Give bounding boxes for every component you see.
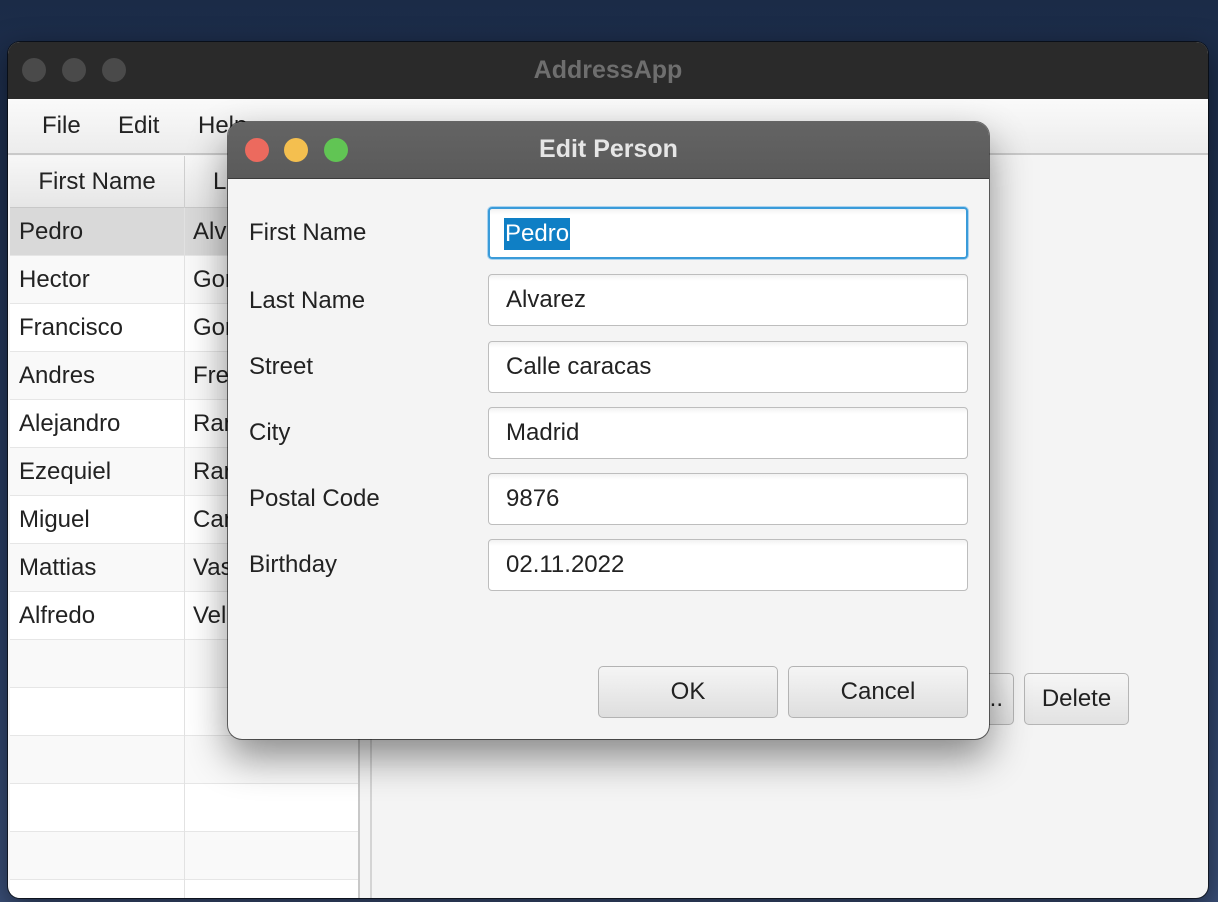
- first-name-cell: Mattias: [19, 554, 97, 581]
- dialog-titlebar: Edit Person: [228, 122, 989, 179]
- last-name-label: Last Name: [249, 287, 366, 314]
- birthday-field[interactable]: [488, 539, 968, 591]
- first-name-cell: Alejandro: [19, 410, 121, 437]
- postal-code-label: Postal Code: [249, 485, 380, 512]
- last-name-field[interactable]: [488, 274, 968, 326]
- street-label: Street: [249, 353, 314, 380]
- edit-person-dialog: Edit Person First Name Pedro Last Name S…: [228, 122, 989, 739]
- birthday-label: Birthday: [249, 551, 338, 578]
- first-name-cell: Francisco: [19, 314, 124, 341]
- postal-code-field[interactable]: [488, 473, 968, 525]
- delete-button[interactable]: Delete: [1024, 673, 1129, 725]
- window-title: AddressApp: [533, 56, 683, 84]
- column-separator: [184, 208, 185, 898]
- column-header-first-name[interactable]: First Name: [10, 156, 185, 208]
- city-label: City: [249, 419, 291, 446]
- first-name-cell: Andres: [19, 362, 96, 389]
- menu-file[interactable]: File: [42, 112, 81, 140]
- first-name-cell: Ezequiel: [19, 458, 112, 485]
- first-name-cell: Hector: [19, 266, 90, 293]
- first-name-label: First Name: [249, 219, 367, 246]
- first-name-cell: Pedro: [19, 218, 84, 245]
- first-name-cell: Miguel: [19, 506, 90, 533]
- dialog-title: Edit Person: [539, 135, 678, 163]
- first-name-field[interactable]: [488, 207, 968, 259]
- first-name-cell: Alfredo: [19, 602, 96, 629]
- menu-edit[interactable]: Edit: [118, 112, 159, 140]
- ok-button[interactable]: OK: [598, 666, 778, 718]
- cancel-button[interactable]: Cancel: [788, 666, 968, 718]
- city-field[interactable]: [488, 407, 968, 459]
- street-field[interactable]: [488, 341, 968, 393]
- main-titlebar: AddressApp: [8, 42, 1208, 99]
